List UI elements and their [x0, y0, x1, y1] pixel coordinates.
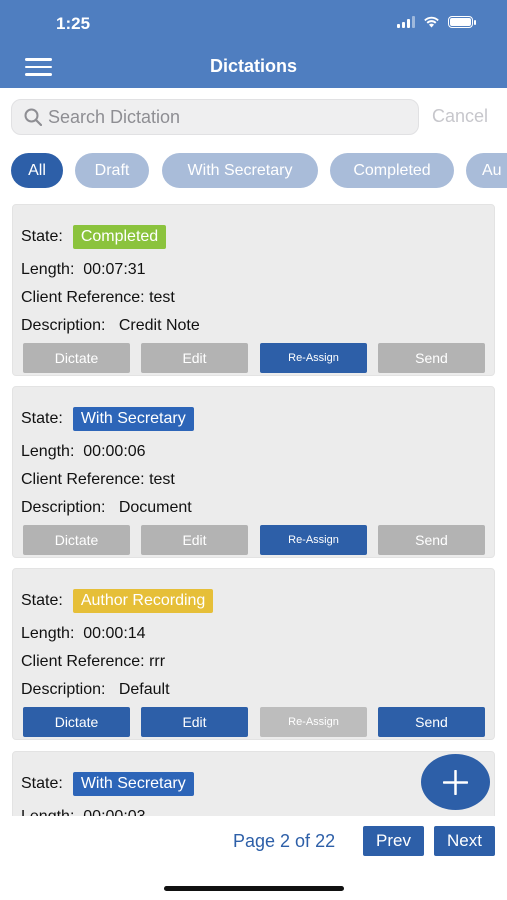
wifi-icon	[424, 16, 439, 28]
length-row: Length: 00:00:14	[21, 625, 146, 643]
length-label: Length:	[21, 808, 74, 816]
dictation-card[interactable]: State: With Secretary Length: 00:00:06 Cl…	[12, 386, 495, 558]
battery-icon	[448, 15, 476, 28]
app-header: 1:25 Dictations	[0, 0, 507, 88]
dictate-button[interactable]: Dictate	[23, 707, 130, 737]
dictation-card[interactable]: State: Author Recording Length: 00:00:14 …	[12, 568, 495, 740]
client-reference-label: Client Reference:	[21, 653, 145, 670]
plus-icon	[443, 770, 468, 795]
send-button[interactable]: Send	[378, 707, 485, 737]
length-value: 00:07:31	[83, 261, 146, 278]
description-row: Description: Document	[21, 499, 192, 517]
status-badge: With Secretary	[72, 407, 194, 431]
card-actions: Dictate Edit Re-Assign Send	[23, 707, 488, 737]
description-label: Description:	[21, 681, 106, 698]
send-button[interactable]: Send	[378, 343, 485, 373]
card-actions: Dictate Edit Re-Assign Send	[23, 525, 488, 555]
client-reference-row: Client Reference: rrr	[21, 653, 165, 671]
client-reference-row: Client Reference: test	[21, 289, 175, 307]
edit-button[interactable]: Edit	[141, 707, 248, 737]
dictate-button[interactable]: Dictate	[23, 525, 130, 555]
state-label: State:	[21, 592, 63, 610]
status-badge: Completed	[72, 225, 167, 249]
state-row: State: With Secretary	[21, 407, 194, 431]
add-dictation-button[interactable]	[421, 754, 490, 810]
description-label: Description:	[21, 499, 106, 516]
description-row: Description: Credit Note	[21, 317, 200, 335]
search-input[interactable]	[48, 100, 408, 134]
length-label: Length:	[21, 261, 75, 278]
length-row: Length: 00:00:03	[21, 808, 146, 816]
dictation-card[interactable]: State: Completed Length: 00:07:31 Client …	[12, 204, 495, 376]
filter-author[interactable]: Au	[466, 153, 507, 188]
status-time: 1:25	[56, 14, 91, 33]
filter-completed[interactable]: Completed	[330, 153, 454, 188]
length-value: 00:00:14	[83, 625, 146, 642]
client-reference-value: test	[149, 289, 175, 306]
client-reference-label: Client Reference:	[21, 289, 145, 306]
filter-draft[interactable]: Draft	[75, 153, 149, 188]
client-reference-value: rrr	[149, 653, 166, 670]
description-label: Description:	[21, 317, 106, 334]
dictate-button[interactable]: Dictate	[23, 343, 130, 373]
filter-with-secretary[interactable]: With Secretary	[162, 153, 318, 188]
state-label: State:	[21, 410, 63, 428]
prev-page-button[interactable]: Prev	[363, 826, 424, 856]
send-button[interactable]: Send	[378, 525, 485, 555]
description-value: Credit Note	[118, 317, 200, 334]
length-row: Length: 00:00:06	[21, 443, 146, 461]
filter-all[interactable]: All	[11, 153, 63, 188]
state-label: State:	[21, 775, 63, 793]
cellular-signal-icon	[397, 15, 415, 28]
reassign-button[interactable]: Re-Assign	[260, 343, 367, 373]
description-row: Description: Default	[21, 681, 170, 699]
card-actions: Dictate Edit Re-Assign Send	[23, 343, 488, 373]
client-reference-value: test	[149, 471, 175, 488]
description-value: Default	[118, 681, 170, 698]
client-reference-label: Client Reference:	[21, 471, 145, 488]
home-indicator[interactable]	[164, 886, 344, 891]
state-label: State:	[21, 228, 63, 246]
edit-button[interactable]: Edit	[141, 525, 248, 555]
cancel-button[interactable]: Cancel	[432, 106, 488, 127]
filter-chips: All Draft With Secretary Completed Au	[11, 153, 507, 188]
description-value: Document	[118, 499, 192, 516]
status-badge: With Secretary	[72, 772, 194, 796]
state-row: State: Author Recording	[21, 589, 214, 613]
status-icons	[397, 15, 476, 28]
length-row: Length: 00:07:31	[21, 261, 146, 279]
status-badge: Author Recording	[72, 589, 214, 613]
length-value: 00:00:06	[83, 443, 146, 460]
length-value: 00:00:03	[83, 808, 145, 816]
state-row: State: With Secretary	[21, 772, 194, 796]
dictations-screen: 1:25 Dictations Cancel All Draft Wi	[0, 0, 507, 900]
reassign-button[interactable]: Re-Assign	[260, 525, 367, 555]
reassign-button[interactable]: Re-Assign	[260, 707, 367, 737]
next-page-button[interactable]: Next	[434, 826, 495, 856]
state-row: State: Completed	[21, 225, 167, 249]
edit-button[interactable]: Edit	[141, 343, 248, 373]
page-indicator: Page 2 of 22	[233, 831, 336, 851]
dictation-list: State: Completed Length: 00:07:31 Client …	[0, 200, 507, 816]
search-bar	[11, 99, 419, 135]
client-reference-row: Client Reference: test	[21, 471, 175, 489]
search-icon	[24, 108, 42, 126]
page-title: Dictations	[209, 56, 297, 76]
length-label: Length:	[21, 625, 75, 642]
length-label: Length:	[21, 443, 75, 460]
